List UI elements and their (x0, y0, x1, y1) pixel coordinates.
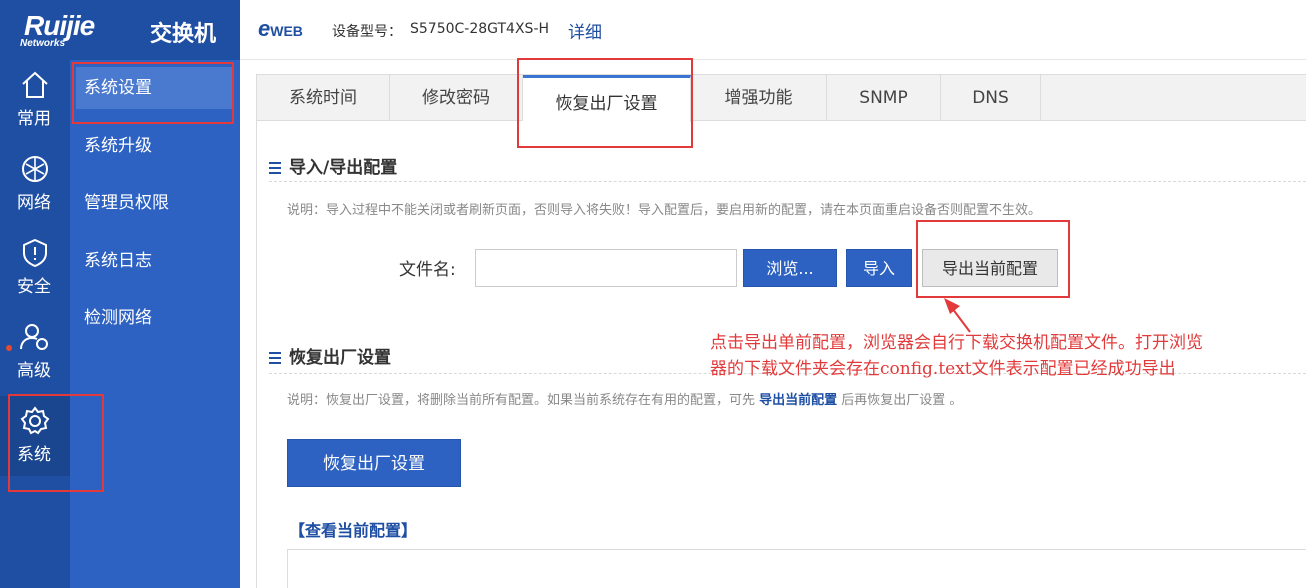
detail-link[interactable]: 详细 (568, 18, 602, 43)
home-icon (22, 71, 48, 98)
primary-nav: 常用 网络 安全 高级 系统 (0, 60, 70, 588)
tab-factory-reset[interactable]: 恢复出厂设置 (523, 75, 691, 122)
nav-item-label: 安全 (17, 277, 51, 297)
factory-reset-button[interactable]: 恢复出厂设置 (287, 439, 461, 487)
user-settings-icon (20, 324, 48, 350)
annotation-text: 点击导出单前配置，浏览器会自行下载交换机配置文件。打开浏览 器的下载文件夹会存在… (710, 333, 1203, 379)
tab-dns[interactable]: DNS (941, 75, 1041, 121)
active-indicator-dot (6, 345, 12, 351)
nav-item-label: 高级 (17, 361, 51, 381)
import-button[interactable]: 导入 (846, 249, 912, 287)
tab-change-password[interactable]: 修改密码 (390, 75, 523, 121)
list-icon (269, 162, 281, 174)
factory-reset-description: 说明：恢复出厂设置，将删除当前所有配置。如果当前系统存在有用的配置，可先 导出当… (287, 393, 963, 408)
secondary-nav: 系统设置 系统升级 管理员权限 系统日志 检测网络 (70, 60, 240, 588)
export-config-link[interactable]: 导出当前配置 (759, 393, 837, 408)
network-globe-icon (22, 156, 48, 182)
nav-item-security[interactable]: 安全 (0, 228, 70, 308)
file-name-input[interactable] (475, 249, 737, 287)
current-config-textarea[interactable] (287, 549, 1306, 588)
nav-item-label: 系统 (17, 445, 51, 465)
nav-item-common[interactable]: 常用 (0, 60, 70, 140)
nav-item-network[interactable]: 网络 (0, 144, 70, 224)
shield-icon (23, 238, 47, 268)
view-current-config-title: 【查看当前配置】 (289, 521, 418, 540)
tab-enhanced-features[interactable]: 增强功能 (691, 75, 827, 121)
nav-item-label: 常用 (17, 109, 51, 129)
product-name: 交换机 (150, 22, 217, 47)
import-export-description: 说明：导入过程中不能关闭或者刷新页面，否则导入将失败！导入配置后，要启用新的配置… (287, 203, 1042, 218)
browse-button[interactable]: 浏览... (743, 249, 837, 287)
divider (269, 181, 1306, 182)
file-name-label: 文件名: (399, 260, 456, 280)
ruijie-logo-sub: Networks (20, 38, 66, 49)
device-model-label: 设备型号： (332, 24, 402, 40)
tab-system-time[interactable]: 系统时间 (257, 75, 390, 121)
tab-snmp[interactable]: SNMP (827, 75, 941, 121)
top-bar: eWEB 设备型号： S5750C-28GT4XS-H 详细 (240, 0, 1306, 60)
nav-item-label: 网络 (17, 193, 51, 213)
export-current-config-button[interactable]: 导出当前配置 (922, 249, 1058, 287)
nav-item-advanced[interactable]: 高级 (0, 312, 70, 392)
gear-icon (20, 406, 50, 435)
factory-reset-title: 恢复出厂设置 (269, 343, 391, 368)
nav-item-system[interactable]: 系统 (0, 396, 70, 476)
list-icon (269, 352, 281, 364)
brand-header: Ruijie Networks 交换机 (0, 0, 240, 60)
import-export-title: 导入/导出配置 (269, 153, 397, 178)
tab-bar: 系统时间 修改密码 恢复出厂设置 增强功能 SNMP DNS (257, 75, 1306, 122)
device-model-value: S5750C-28GT4XS-H (410, 21, 550, 37)
subnav-item-system-settings[interactable]: 系统设置 (76, 67, 232, 109)
eweb-logo: eWEB (258, 16, 303, 41)
